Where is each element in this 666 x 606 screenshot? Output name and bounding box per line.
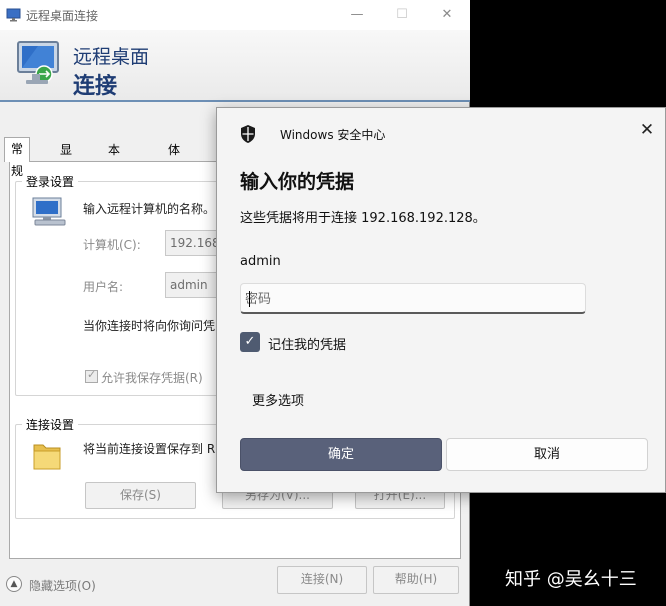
collapse-up-icon[interactable]: ▲ <box>6 576 22 592</box>
banner: 远程桌面 连接 <box>0 30 470 100</box>
computer-icon <box>32 197 66 226</box>
maximize-button[interactable]: ☐ <box>387 4 417 26</box>
connection-settings-text: 将当前连接设置保存到 R <box>83 442 216 456</box>
watermark: 知乎 @吴幺十三 <box>505 569 637 590</box>
connection-settings-label: 连接设置 <box>22 416 79 433</box>
bottom-bar: ▲ 隐藏选项(O) 连接(N) 帮助(H) <box>0 562 470 606</box>
username-label: 用户名: <box>83 280 124 294</box>
close-button[interactable]: ✕ <box>432 4 462 26</box>
banner-title-line1: 远程桌面 <box>73 46 150 68</box>
folder-icon <box>33 444 61 470</box>
banner-divider <box>0 100 470 102</box>
tab-general[interactable]: 常规 <box>4 137 31 178</box>
banner-title-line2: 连接 <box>73 74 118 99</box>
dialog-title: Windows 安全中心 <box>280 128 386 142</box>
credential-prompt-text: 当你连接时将向你询问凭 <box>83 319 216 333</box>
tab-local-resources[interactable]: 本地资源 <box>102 139 126 223</box>
credential-dialog: Windows 安全中心 ✕ 输入你的凭据 这些凭据将用于连接 192.168.… <box>216 107 666 493</box>
cancel-button[interactable]: 取消 <box>446 438 648 471</box>
minimize-button[interactable]: — <box>342 4 372 26</box>
ok-button[interactable]: 确定 <box>240 438 442 471</box>
tab-experience[interactable]: 体验 <box>162 139 186 179</box>
remote-desktop-icon <box>6 8 21 22</box>
password-field-wrapper <box>240 283 586 314</box>
remember-label: 记住我的凭据 <box>268 338 347 353</box>
remember-checkbox[interactable]: ✓ <box>240 332 260 352</box>
more-options-link[interactable]: 更多选项 <box>252 390 304 409</box>
password-input[interactable] <box>245 288 575 310</box>
tab-display[interactable]: 显示 <box>54 139 78 179</box>
title-bar: 远程桌面连接 — ☐ ✕ <box>0 0 470 30</box>
allow-save-checkbox[interactable] <box>85 368 98 383</box>
text-caret <box>249 291 250 307</box>
dialog-description: 这些凭据将用于连接 192.168.192.128。 <box>240 211 486 226</box>
computer-label: 计算机(C): <box>83 238 141 252</box>
username-display: admin <box>240 254 281 269</box>
computer-name-instruction: 输入远程计算机的名称。 <box>83 202 216 216</box>
login-settings-label: 登录设置 <box>22 173 79 190</box>
save-button[interactable]: 保存(S) <box>85 482 196 509</box>
help-button[interactable]: 帮助(H) <box>373 566 459 594</box>
shield-icon <box>241 125 255 143</box>
close-icon[interactable]: ✕ <box>633 116 661 144</box>
window-title: 远程桌面连接 <box>26 9 99 23</box>
connect-button[interactable]: 连接(N) <box>277 566 367 594</box>
allow-save-label: 允许我保存凭据(R) <box>101 371 203 385</box>
monitor-icon <box>17 41 59 84</box>
hide-options-link[interactable]: 隐藏选项(O) <box>29 577 96 594</box>
dialog-heading: 输入你的凭据 <box>240 171 355 193</box>
